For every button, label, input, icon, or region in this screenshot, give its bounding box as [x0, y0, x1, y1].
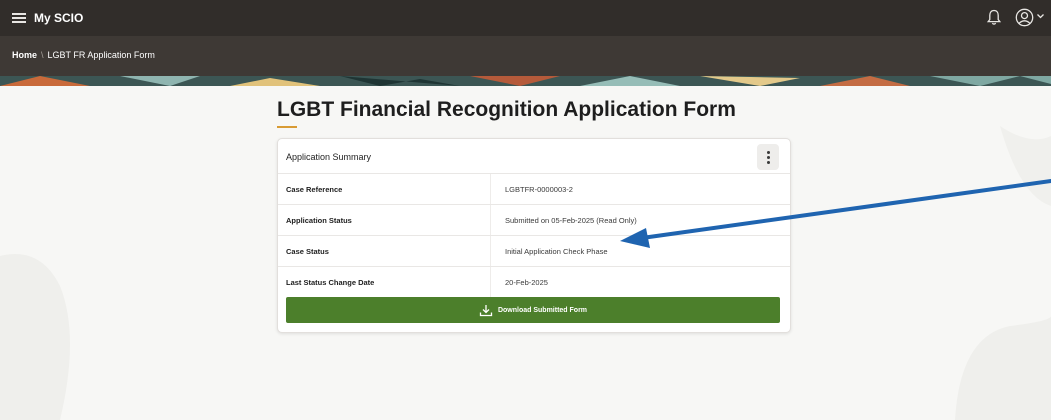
annotation-arrow	[620, 179, 1051, 248]
